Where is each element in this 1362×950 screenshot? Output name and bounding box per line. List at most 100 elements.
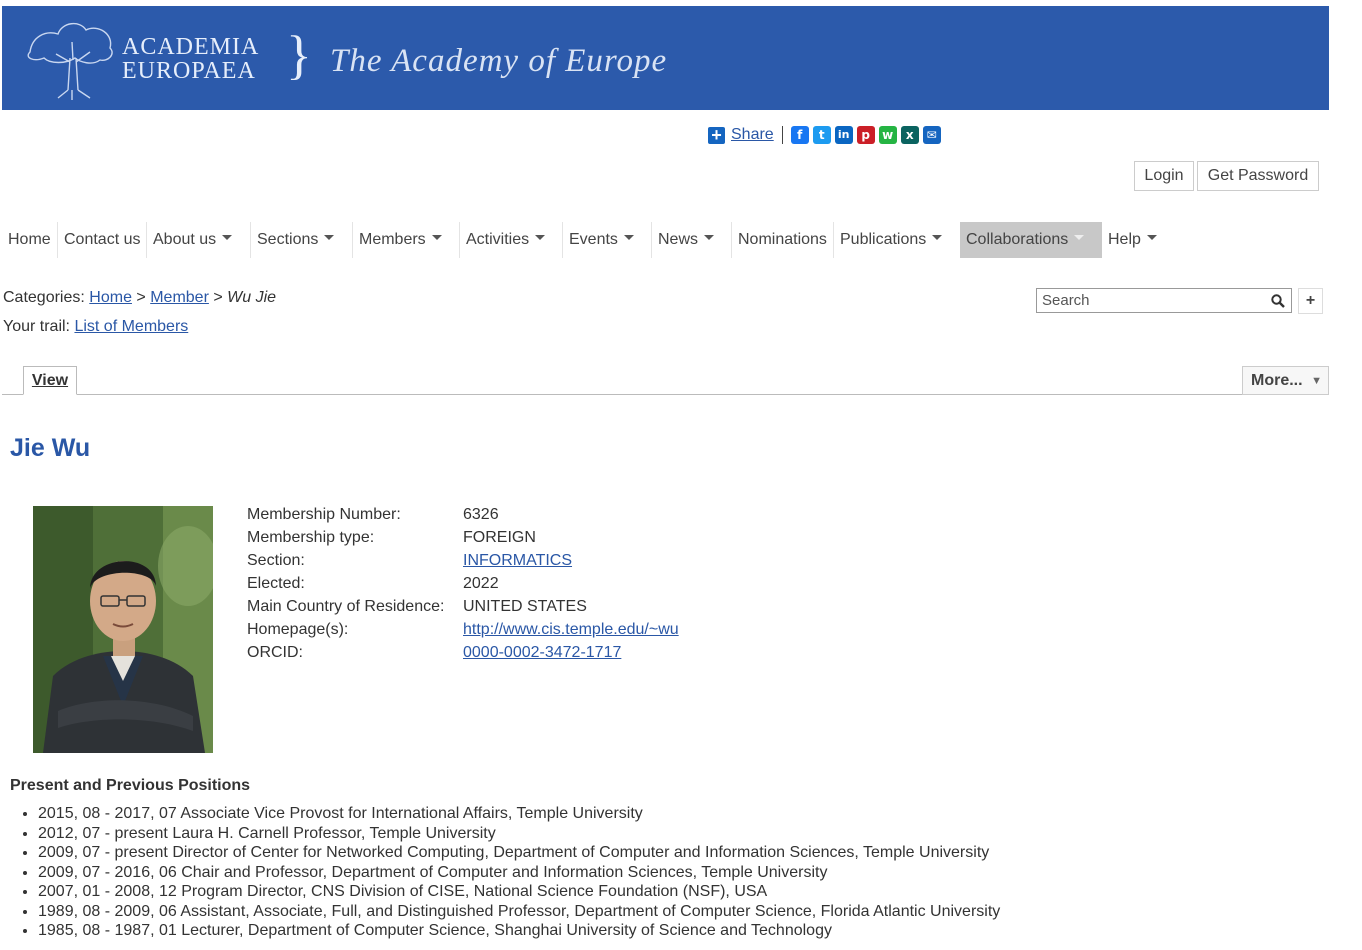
section-link[interactable]: INFORMATICS [463,552,572,569]
nav-label: Help [1108,231,1141,248]
pinterest-icon[interactable]: p [856,126,875,144]
nav-contact-us[interactable]: Contact us [57,222,148,258]
list-item: 2007, 01 - 2008, 12 Program Director, CN… [38,882,1000,902]
xing-icon[interactable]: x [900,126,919,144]
page-title: Jie Wu [10,434,91,462]
breadcrumb-sep: > [136,289,146,306]
nav-label: Activities [466,231,530,248]
nav-home[interactable]: Home [2,222,56,258]
chevron-down-icon [1074,235,1085,241]
homepage-link[interactable]: http://www.cis.temple.edu/~wu [463,621,679,638]
logo-line-1: ACADEMIA [122,34,260,60]
whatsapp-icon[interactable]: w [878,126,897,144]
tagline: The Academy of Europe [330,43,668,79]
facebook-icon[interactable]: f [790,126,809,144]
logo-line-2: EUROPAEA [122,58,256,84]
tab-view-label: View [31,372,69,389]
breadcrumb: Categories: Home > Member > Wu Jie [3,289,276,307]
membership-type-row: Membership type: FOREIGN [247,528,679,551]
main-nav: Home Contact us About us Sections Member… [2,222,1242,258]
email-icon[interactable]: ✉ [922,126,941,144]
site-banner[interactable]: ACADEMIA EUROPAEA } The Academy of Europ… [2,6,1329,110]
search-icon[interactable] [1271,294,1285,308]
chevron-down-icon [431,235,442,241]
tab-divider [2,394,1329,395]
field-label: Homepage(s): [247,621,349,638]
nav-label: Nominations [738,231,827,248]
list-item: 2015, 08 - 2017, 07 Associate Vice Provo… [38,804,1000,824]
member-photo [33,506,213,753]
nav-about-us[interactable]: About us [146,222,250,258]
elected-value: 2022 [463,575,499,592]
get-password-button[interactable]: Get Password [1197,161,1319,191]
logo-brace: } [286,25,312,85]
chevron-down-icon [1146,235,1157,241]
nav-label: Events [569,231,618,248]
chevron-down-icon [535,235,546,241]
linkedin-icon[interactable]: in [834,126,853,144]
nav-label: News [658,231,699,248]
more-label: More... [1251,372,1303,389]
field-label: Elected: [247,575,305,592]
field-label: Main Country of Residence: [247,598,445,615]
positions-list: 2015, 08 - 2017, 07 Associate Vice Provo… [10,804,1000,941]
share-bar: + Share f t in p w x ✉ [708,125,945,145]
field-label: ORCID: [247,644,303,661]
nav-news[interactable]: News [651,222,731,258]
member-details: Membership Number: 6326 Membership type: F… [247,505,679,666]
list-item: 2009, 07 - 2016, 06 Chair and Professor,… [38,863,1000,883]
orcid-link[interactable]: 0000-0002-3472-1717 [463,644,621,661]
trail-prefix: Your trail: [3,318,70,335]
nav-label: Members [359,231,426,248]
list-item: 1989, 08 - 2009, 06 Assistant, Associate… [38,902,1000,922]
field-label: Membership Number: [247,506,401,523]
list-item: 2012, 07 - present Laura H. Carnell Prof… [38,824,1000,844]
chevron-down-icon [932,235,943,241]
list-item: 2009, 07 - present Director of Center fo… [38,843,1000,863]
login-button[interactable]: Login [1134,161,1194,191]
nav-collaborations[interactable]: Collaborations [960,222,1102,258]
dropdown-arrow-icon: ▼ [1311,375,1322,387]
nav-label: Contact us [64,231,141,248]
tree-logo-icon [27,23,113,100]
nav-sections[interactable]: Sections [250,222,352,258]
list-item: 1985, 08 - 1987, 01 Lecturer, Department… [38,921,1000,941]
breadcrumb-home[interactable]: Home [89,289,132,306]
chevron-down-icon [704,235,715,241]
breadcrumb-prefix: Categories: [3,289,85,306]
membership-number-row: Membership Number: 6326 [247,505,679,528]
nav-publications[interactable]: Publications [833,222,959,258]
chevron-down-icon [222,235,233,241]
field-label: Membership type: [247,529,375,546]
section-row: Section: INFORMATICS [247,551,679,574]
breadcrumb-sep: > [213,289,223,306]
trail-link[interactable]: List of Members [74,318,188,335]
chevron-down-icon [324,235,335,241]
more-dropdown[interactable]: More... ▼ [1242,366,1329,395]
nav-help[interactable]: Help [1102,222,1182,258]
breadcrumb-current: Wu Jie [227,289,277,306]
membership-number-value: 6326 [463,506,499,523]
twitter-icon[interactable]: t [812,126,831,144]
country-row: Main Country of Residence: UNITED STATES [247,597,679,620]
nav-events[interactable]: Events [562,222,651,258]
search-input[interactable]: Search [1036,288,1292,313]
chevron-down-icon [623,235,634,241]
share-divider [781,126,783,144]
nav-nominations[interactable]: Nominations [731,222,833,258]
nav-label: Collaborations [966,231,1069,248]
nav-activities[interactable]: Activities [459,222,562,258]
nav-label: Publications [840,231,927,248]
logo-text: ACADEMIA EUROPAEA [122,35,259,83]
orcid-row: ORCID: 0000-0002-3472-1717 [247,643,679,666]
field-label: Section: [247,552,305,569]
tab-view[interactable]: View [23,366,77,395]
add-button[interactable]: + [1298,288,1323,314]
breadcrumb-member[interactable]: Member [150,289,209,306]
nav-members[interactable]: Members [352,222,459,258]
share-link[interactable]: Share [731,126,774,144]
share-plus-icon[interactable]: + [708,126,725,144]
nav-label: About us [153,231,217,248]
nav-label: Sections [257,231,319,248]
trail: Your trail: List of Members [3,318,188,336]
